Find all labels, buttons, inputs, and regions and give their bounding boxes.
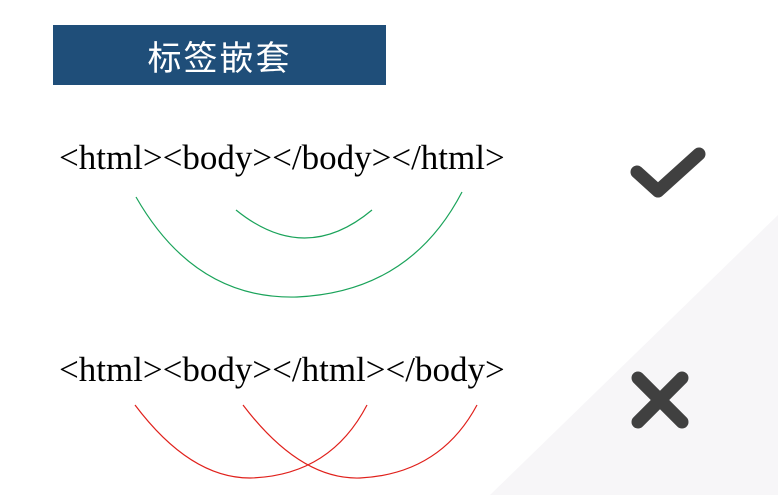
body-mismatch-arc — [242, 404, 478, 479]
cross-icon — [631, 371, 689, 429]
